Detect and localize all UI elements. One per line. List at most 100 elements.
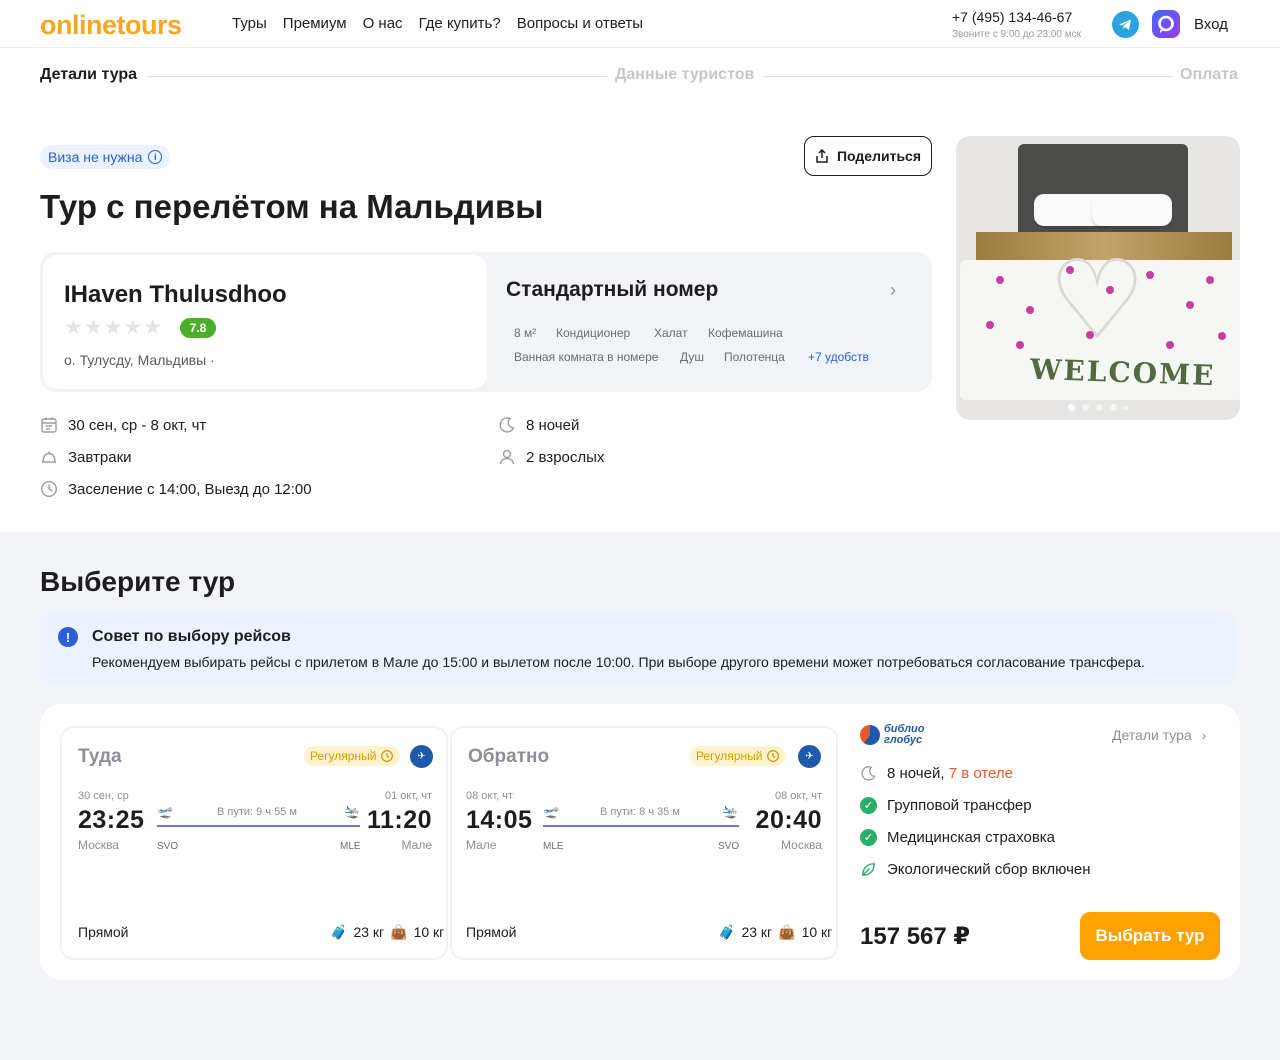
petal — [1066, 266, 1074, 274]
info-icon[interactable]: i — [148, 150, 163, 164]
amenity: Ванная комната в номере — [514, 350, 659, 364]
petal — [1026, 306, 1034, 314]
choose-tour-button[interactable]: Выбрать тур — [1080, 912, 1220, 960]
photo-pillow — [1092, 194, 1172, 226]
takeoff-icon: 🛫 — [157, 804, 174, 819]
departure-airport-code: MLE — [543, 841, 564, 852]
visa-label: Виза не нужна — [48, 149, 143, 165]
share-button[interactable]: Поделиться — [804, 136, 932, 176]
airline-logo-icon: ✈ — [410, 745, 433, 768]
operator-logo-icon — [860, 725, 880, 745]
amenity: Полотенца — [724, 350, 785, 364]
bag-icon: 👜 — [778, 924, 796, 940]
departure-date: 30 сен, ср — [78, 790, 129, 802]
tour-details-link[interactable]: Детали тура › — [1112, 727, 1206, 743]
hotel-location: о. Тулусду, Мальдивы · — [64, 352, 215, 368]
petal — [1146, 271, 1154, 279]
telegram-icon[interactable] — [1112, 11, 1139, 38]
tour-guests: 2 взрослых — [498, 448, 604, 466]
share-icon — [816, 148, 828, 163]
flight-direction: Обратно — [468, 746, 550, 767]
calendar-icon — [40, 416, 58, 434]
hotel-photo[interactable]: ♡ WELCOME — [956, 136, 1240, 420]
nights-info: 8 ночей, 7 в отеле — [860, 765, 1013, 782]
tour-dates: 30 сен, ср - 8 окт, чт — [40, 416, 206, 434]
petal — [1186, 301, 1194, 309]
leaf-icon — [860, 861, 877, 878]
baggage-info: 🧳 23 кг 👜 10 кг — [330, 924, 444, 941]
departure-date: 08 окт, чт — [466, 790, 514, 802]
service-item: ✓ Медицинская страховка — [860, 829, 1055, 846]
max-messenger-icon[interactable] — [1152, 10, 1180, 38]
phone-hours: Звоните с 9:00 до 23:00 мск — [952, 29, 1081, 40]
petal — [1206, 276, 1214, 284]
nav-item-premium[interactable]: Премиум — [283, 15, 347, 32]
arrival-city: Мале — [401, 838, 432, 852]
step-divider — [148, 76, 607, 77]
login-link[interactable]: Вход — [1194, 16, 1228, 33]
dates-text: 30 сен, ср - 8 окт, чт — [68, 416, 207, 434]
slide-dot[interactable] — [1096, 404, 1103, 411]
logo[interactable]: onlinetours — [40, 10, 182, 41]
visa-badge[interactable]: Виза не нужна i — [40, 145, 171, 169]
photo-towel-heart: ♡ — [1047, 239, 1147, 362]
flight-type: Прямой — [466, 924, 517, 940]
chevron-right-icon: › — [1201, 727, 1207, 743]
flight-route-line — [543, 825, 739, 827]
nav-item-faq[interactable]: Вопросы и ответы — [517, 15, 643, 32]
more-amenities-link[interactable]: +7 удобств — [803, 348, 874, 366]
flight-tip: ! Совет по выбору рейсов Рекомендуем выб… — [40, 611, 1238, 685]
flight-direction: Туда — [78, 746, 122, 767]
checked-baggage: 23 кг — [353, 924, 385, 940]
share-label: Поделиться — [836, 148, 922, 164]
guests-text: 2 взрослых — [526, 448, 605, 466]
history-icon — [767, 750, 780, 762]
chevron-right-icon[interactable]: › — [890, 280, 896, 301]
photo-pagination[interactable] — [1068, 404, 1128, 411]
moon-icon — [498, 416, 516, 434]
arrival-date: 01 окт, чт — [384, 790, 432, 802]
flight-duration: В пути: 9 ч 55 м — [217, 806, 297, 818]
moon-icon — [860, 765, 877, 782]
flight-return[interactable]: Обратно Регулярный ✈ 08 окт, чт 08 окт, … — [450, 726, 838, 960]
hotel-card[interactable]: IHaven Thulusdhoo ★★★★★ 7.8 о. Тулусду, … — [43, 255, 487, 389]
checkin-text: Заселение с 14:00, Выезд до 12:00 — [68, 480, 312, 498]
landing-icon: 🛬 — [722, 804, 739, 819]
landing-icon: 🛬 — [344, 804, 361, 819]
slide-dot[interactable] — [1068, 404, 1075, 411]
hotel-room-panel: IHaven Thulusdhoo ★★★★★ 7.8 о. Тулусду, … — [40, 252, 932, 392]
slide-dot[interactable] — [1082, 404, 1089, 411]
nav-item-about[interactable]: О нас — [363, 15, 403, 32]
amenity: Кондиционер — [556, 326, 631, 340]
flight-route-line — [157, 825, 360, 827]
nav-item-tours[interactable]: Туры — [232, 15, 267, 32]
service-label: Экологический сбор включен — [887, 861, 1091, 878]
header: onlinetours Туры Премиум О нас Где купит… — [0, 0, 1280, 48]
check-icon: ✓ — [860, 829, 877, 846]
arrival-time: 11:20 — [366, 806, 432, 834]
service-item: Экологический сбор включен — [860, 861, 1091, 878]
hotel-stars: ★★★★★ — [64, 316, 164, 339]
petal — [1166, 341, 1174, 349]
room-name[interactable]: Стандартный номер — [506, 278, 718, 302]
phone-number[interactable]: +7 (495) 134-46-67 — [952, 9, 1072, 25]
petal — [1218, 332, 1226, 340]
departure-city: Москва — [78, 838, 119, 852]
regular-flight-badge: Регулярный — [690, 746, 787, 766]
tour-details-label: Детали тура — [1112, 727, 1192, 743]
slide-dot[interactable] — [1110, 404, 1117, 411]
flight-duration: В пути: 8 ч 35 м — [600, 806, 680, 818]
arrival-time: 20:40 — [755, 806, 822, 834]
arrival-airport-code: SVO — [718, 841, 740, 852]
operator-logo: библио глобус — [860, 724, 924, 746]
flight-outbound[interactable]: Туда Регулярный ✈ 30 сен, ср 01 окт, чт … — [60, 726, 448, 960]
step-tour-details: Детали тура — [40, 66, 138, 83]
step-divider — [764, 76, 1172, 77]
nav-item-where-to-buy[interactable]: Где купить? — [419, 15, 501, 32]
page-title: Тур с перелётом на Мальдивы — [40, 188, 544, 225]
suitcase-icon: 🧳 — [718, 924, 736, 940]
slide-dot[interactable] — [1124, 406, 1128, 410]
arrival-airport-code: MLE — [340, 841, 361, 852]
main-nav: Туры Премиум О нас Где купить? Вопросы и… — [232, 15, 643, 32]
total-nights: 8 ночей, — [887, 765, 945, 782]
